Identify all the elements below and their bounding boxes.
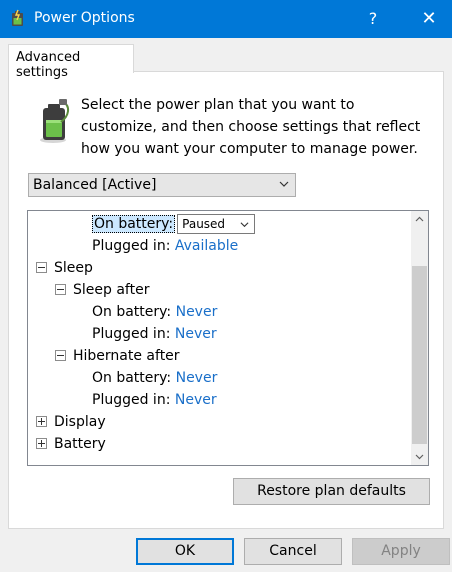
close-button[interactable]: ✕ [406, 0, 452, 38]
tree-item-hibernate-after[interactable]: Hibernate after [55, 345, 180, 367]
help-button[interactable]: ? [350, 0, 396, 38]
ok-button[interactable]: OK [136, 538, 234, 565]
tree-item-on-battery[interactable]: On battery: Never [92, 367, 217, 389]
window-title: Power Options [34, 10, 135, 26]
tree-item-on-battery[interactable]: On battery: Never [92, 301, 217, 323]
tree-item-label: Battery [54, 436, 106, 452]
tree-item-on-battery-selected[interactable]: On battery: Paused [92, 213, 256, 235]
tree-item-label: Sleep after [73, 282, 150, 298]
scrollbar-thumb[interactable] [412, 266, 427, 444]
tree-item-plugged-in[interactable]: Plugged in: Never [92, 389, 217, 411]
battery-icon [40, 99, 69, 143]
setting-value-link[interactable]: Never [175, 392, 217, 408]
setting-value-link[interactable]: Never [176, 304, 218, 320]
description-text: Select the power plan that you want to c… [81, 97, 421, 157]
collapse-icon[interactable] [55, 349, 66, 361]
setting-value-link[interactable]: Available [175, 238, 238, 254]
power-plan-value: Balanced [Active] [33, 177, 157, 193]
chevron-down-icon [279, 181, 289, 187]
title-bar: Power Options ? ✕ [0, 0, 452, 38]
settings-panel: Select the power plan that you want to c… [8, 71, 444, 529]
tree-item-label: Display [54, 414, 106, 430]
chevron-down-icon [240, 222, 249, 228]
settings-tree[interactable]: On battery: Paused Plugged in: Available… [27, 210, 429, 466]
dropdown-value: Paused [182, 217, 226, 231]
vertical-scrollbar[interactable] [411, 211, 428, 465]
tree-item-battery[interactable]: Battery [36, 433, 106, 455]
tree-item-sleep-after[interactable]: Sleep after [55, 279, 149, 301]
tree-item-label: On battery: [92, 370, 172, 386]
expand-icon[interactable] [36, 437, 47, 449]
tree-item-label: Hibernate after [73, 348, 180, 364]
scroll-down-icon[interactable] [411, 448, 428, 465]
power-plan-dropdown[interactable]: Balanced [Active] [28, 173, 296, 197]
tree-item-label: Plugged in: [92, 238, 171, 254]
power-options-icon [12, 9, 23, 26]
tree-item-label: Plugged in: [92, 326, 171, 342]
tab-advanced-settings[interactable]: Advanced settings [8, 44, 134, 80]
tree-item-plugged-in[interactable]: Plugged in: Available [92, 235, 238, 257]
on-battery-value-dropdown[interactable]: Paused [177, 214, 256, 234]
apply-button[interactable]: Apply [352, 538, 450, 565]
setting-value-link[interactable]: Never [175, 326, 217, 342]
cancel-button[interactable]: Cancel [244, 538, 342, 565]
scroll-up-icon[interactable] [411, 211, 428, 228]
tree-item-label: Sleep [54, 260, 93, 276]
tree-item-plugged-in[interactable]: Plugged in: Never [92, 323, 217, 345]
tree-item-label: On battery: [92, 215, 176, 233]
collapse-icon[interactable] [36, 261, 47, 273]
tree-item-sleep[interactable]: Sleep [36, 257, 93, 279]
setting-value-link[interactable]: Never [176, 370, 218, 386]
tree-item-label: Plugged in: [92, 392, 171, 408]
tree-item-label: On battery: [92, 304, 172, 320]
tab-label: Advanced settings [16, 50, 81, 80]
expand-icon[interactable] [36, 415, 47, 427]
tree-item-display[interactable]: Display [36, 411, 106, 433]
restore-plan-defaults-button[interactable]: Restore plan defaults [233, 478, 430, 505]
collapse-icon[interactable] [55, 283, 66, 295]
